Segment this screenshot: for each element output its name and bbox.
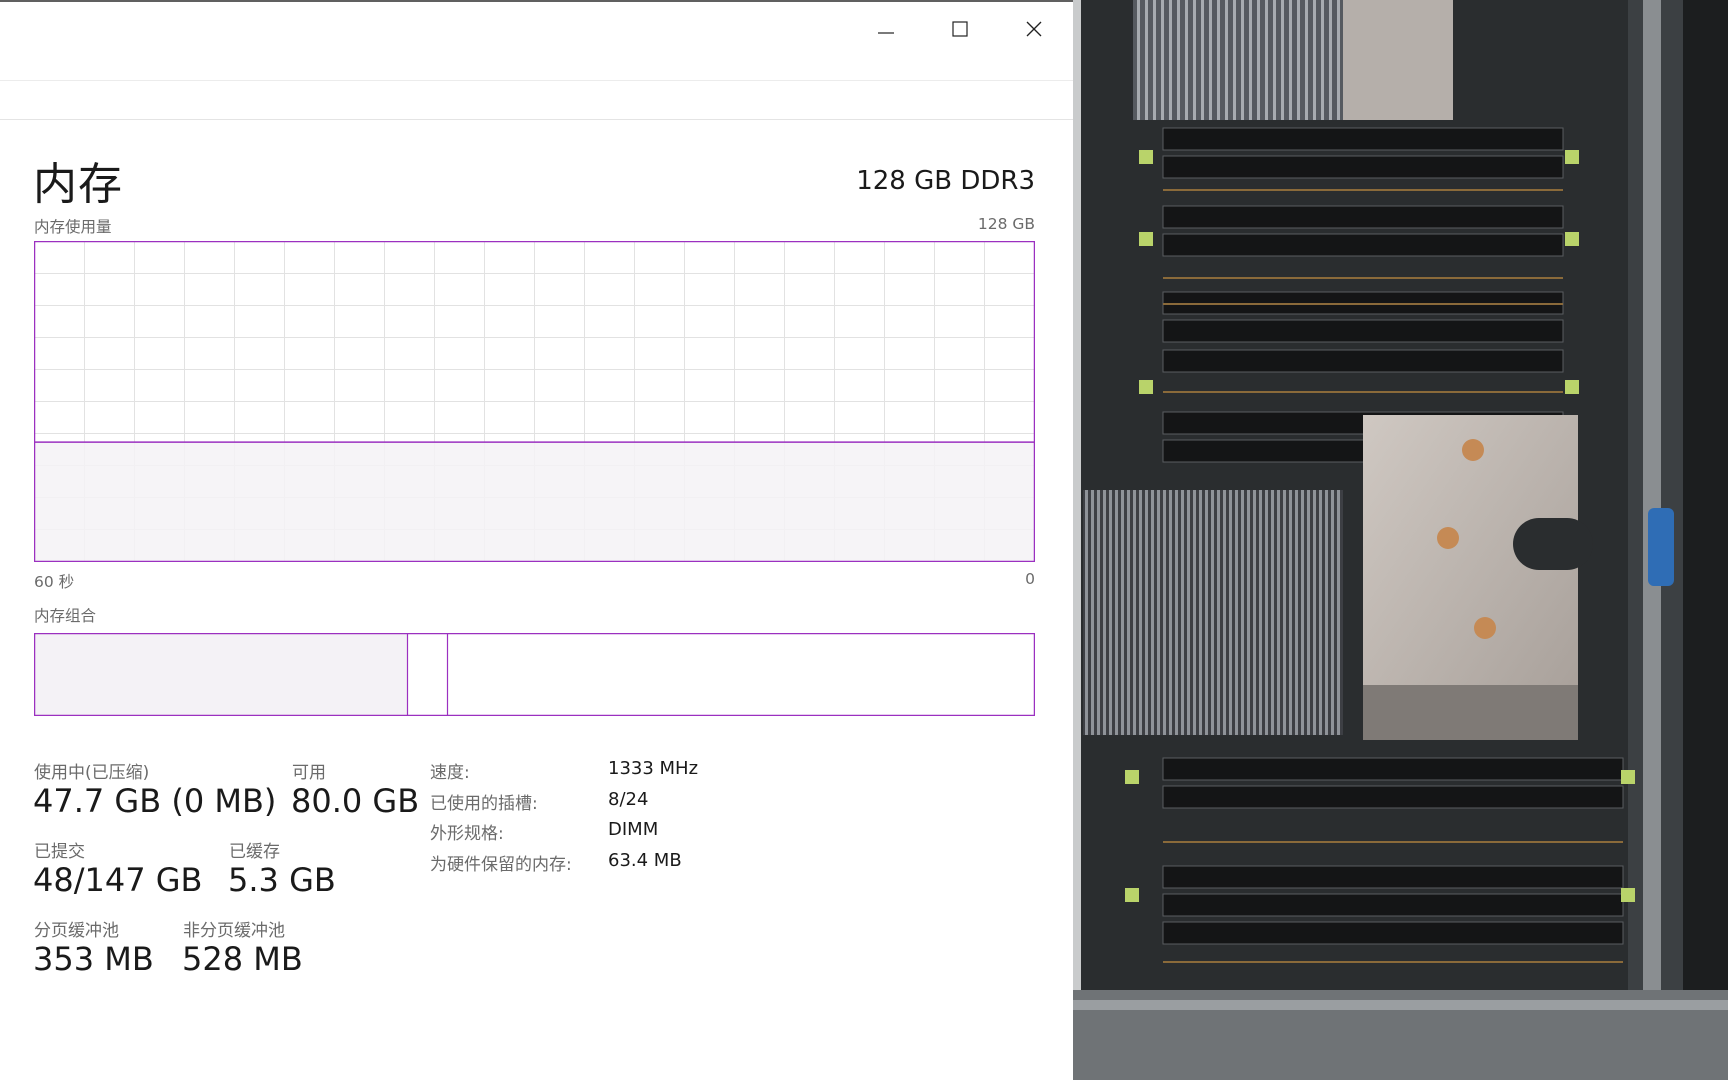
- graph-time-left: 60 秒: [34, 573, 75, 591]
- memory-composition-bar: [34, 633, 1035, 716]
- nonpaged-pool-label: 非分页缓冲池: [183, 921, 285, 941]
- speed-value: 1333 MHz: [608, 758, 699, 779]
- hardware-reserved-label: 为硬件保留的内存:: [430, 855, 572, 875]
- form-factor-label: 外形规格:: [430, 824, 504, 844]
- task-manager-window: 内存 128 GB DDR3 内存使用量 128 GB 60 秒 0 内存组合 …: [0, 0, 1073, 1080]
- slots-used-label: 已使用的插槽:: [430, 794, 538, 814]
- server-motherboard-photo: [1073, 0, 1728, 1080]
- form-factor-value: DIMM: [608, 819, 659, 840]
- available-label: 可用: [292, 763, 326, 783]
- cached-label: 已缓存: [229, 842, 280, 862]
- title-bar[interactable]: [0, 2, 1073, 81]
- memory-usage-graph: [34, 241, 1035, 562]
- paged-pool-label: 分页缓冲池: [34, 921, 119, 941]
- maximize-icon: [952, 21, 968, 37]
- committed-value: 48/147 GB: [33, 861, 203, 899]
- usage-fill-area: [34, 442, 1035, 562]
- nonpaged-pool-value: 528 MB: [182, 940, 303, 978]
- paged-pool-value: 353 MB: [33, 940, 154, 978]
- graph-time-right: 0: [1025, 570, 1035, 588]
- maximize-button[interactable]: [937, 10, 983, 48]
- memory-spec: 128 GB DDR3: [856, 166, 1035, 196]
- page-title: 内存: [33, 159, 123, 210]
- in-use-value: 47.7 GB (0 MB): [33, 782, 277, 820]
- close-button[interactable]: [1011, 10, 1057, 48]
- speed-label: 速度:: [430, 763, 470, 783]
- in-use-label: 使用中(已压缩): [34, 763, 150, 783]
- minimize-icon: [878, 32, 894, 34]
- composition-label: 内存组合: [34, 607, 97, 625]
- minimize-button[interactable]: [863, 10, 909, 48]
- cached-value: 5.3 GB: [228, 861, 336, 899]
- available-value: 80.0 GB: [291, 782, 420, 820]
- close-icon: [1026, 21, 1042, 37]
- composition-in-use: [34, 633, 408, 716]
- usage-graph-max-label: 128 GB: [977, 215, 1035, 233]
- usage-graph-label: 内存使用量: [34, 218, 112, 236]
- slots-used-value: 8/24: [608, 789, 649, 810]
- hardware-reserved-value: 63.4 MB: [608, 850, 682, 871]
- committed-label: 已提交: [34, 842, 85, 862]
- command-bar: [0, 81, 1073, 120]
